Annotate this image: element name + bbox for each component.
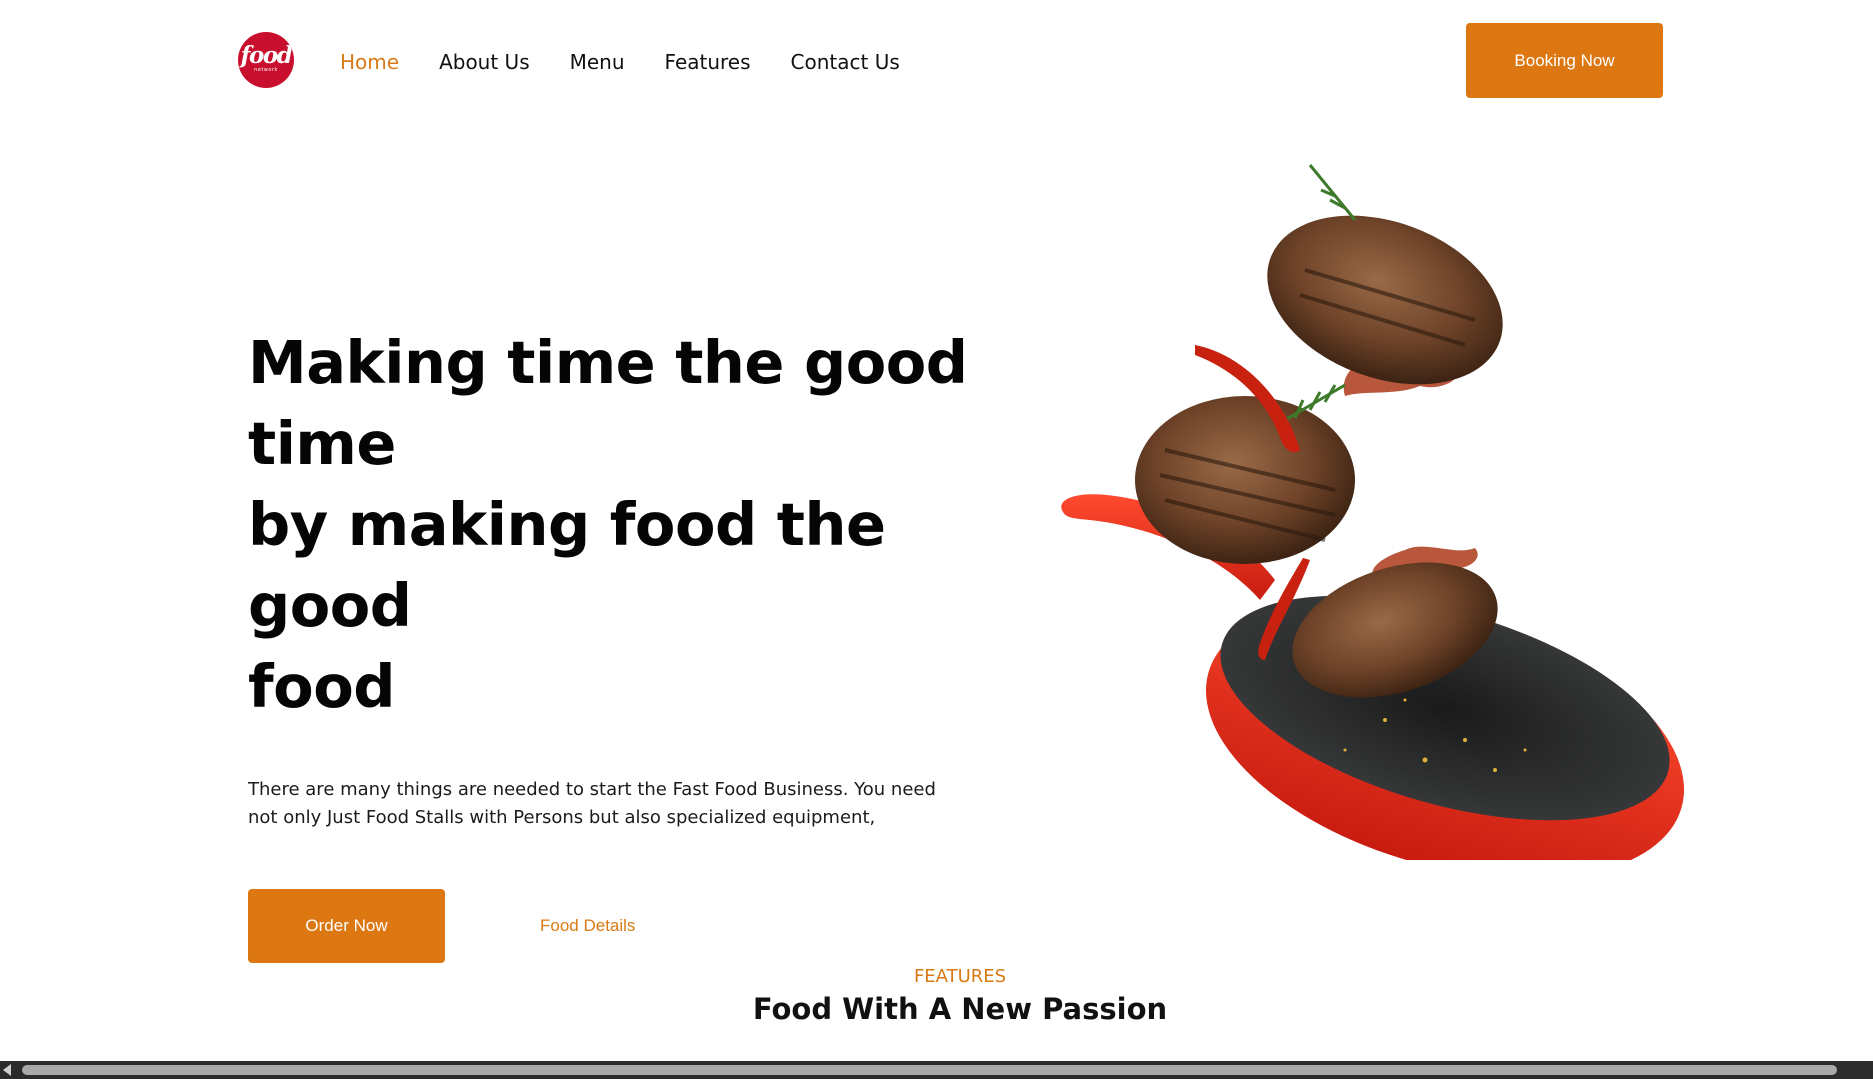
hero-title: Making time the good time by making food…: [248, 322, 968, 727]
hero-description: There are many things are needed to star…: [248, 776, 948, 832]
brand-logo[interactable]: food network: [238, 32, 294, 88]
scroll-left-arrow-icon[interactable]: [3, 1064, 11, 1076]
hero-description-line: not only Just Food Stalls with Persons b…: [248, 807, 876, 828]
hero-title-line: food: [248, 652, 395, 721]
food-details-link[interactable]: Food Details: [540, 916, 635, 936]
flying-burger-patties-frying-pan-image: [1061, 164, 1685, 860]
hero-title-line: by making food the: [248, 490, 886, 559]
scrollbar-thumb[interactable]: [22, 1065, 1837, 1075]
nav-features[interactable]: Features: [665, 50, 751, 74]
features-label: FEATURES: [913, 966, 1007, 987]
main-nav: Home About Us Menu Features Contact Us: [340, 50, 900, 74]
nav-about-us[interactable]: About Us: [439, 50, 530, 74]
nav-home[interactable]: Home: [340, 50, 399, 74]
horizontal-scrollbar[interactable]: [0, 1061, 1873, 1079]
nav-menu[interactable]: Menu: [570, 50, 625, 74]
order-now-button[interactable]: Order Now: [248, 889, 445, 963]
hero-description-line: There are many things are needed to star…: [248, 779, 936, 800]
features-title: Food With A New Passion: [752, 992, 1168, 1026]
nav-contact-us[interactable]: Contact Us: [791, 50, 900, 74]
hero-title-line: Making time the good: [248, 328, 968, 397]
hero-title-line: time: [248, 409, 396, 478]
hero-title-line: good: [248, 571, 412, 640]
logo-word: food: [240, 42, 293, 69]
booking-now-button[interactable]: Booking Now: [1466, 23, 1663, 98]
